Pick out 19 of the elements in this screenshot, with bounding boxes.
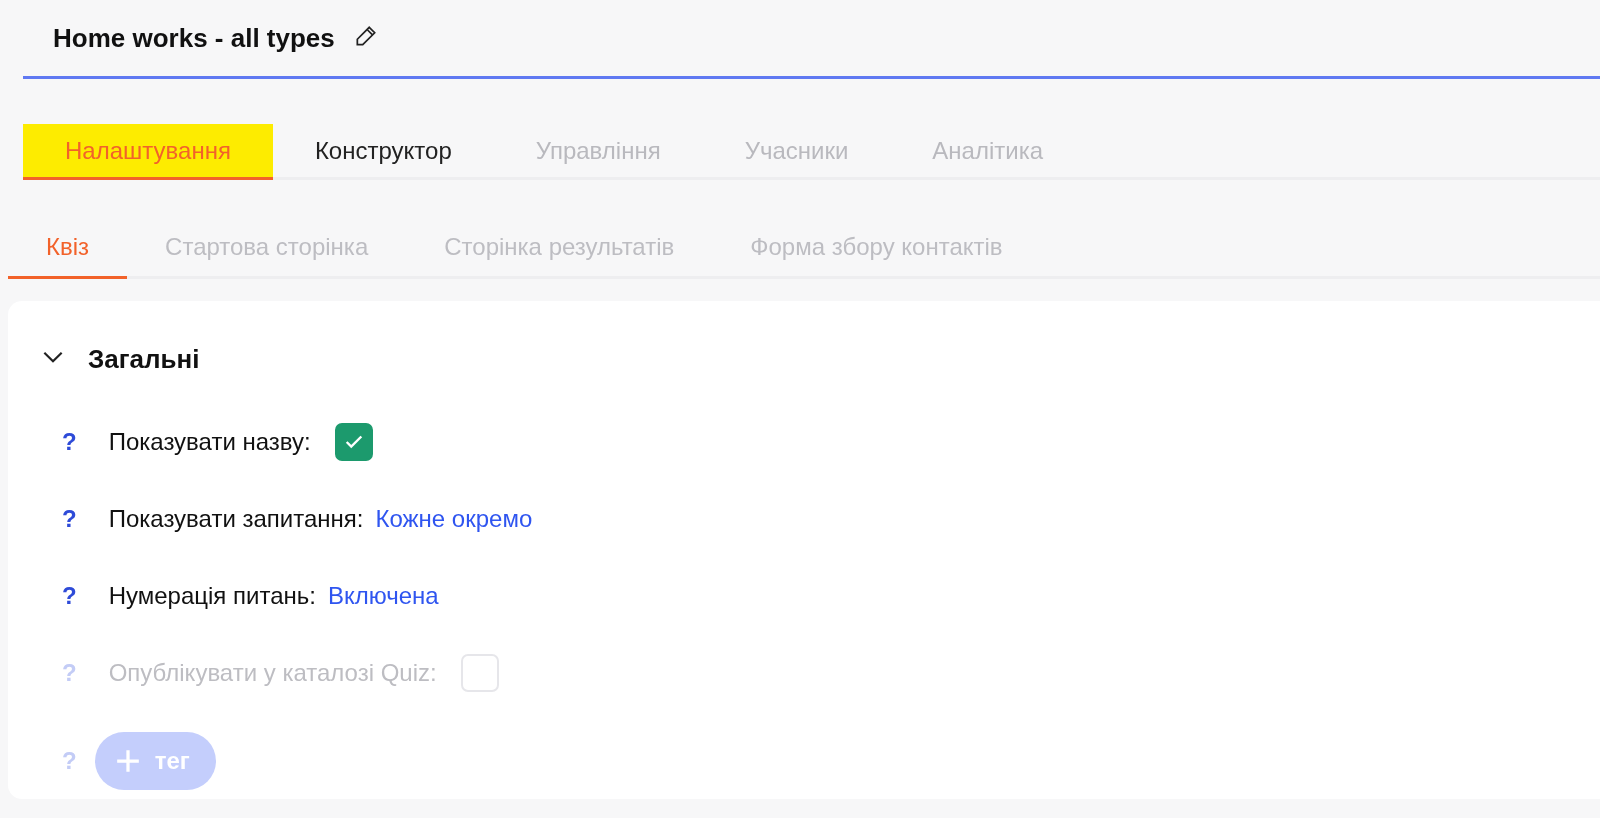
setting-label: Нумерація питань: [108,581,316,610]
checkbox[interactable] [334,422,373,461]
help-icon[interactable]: ? [62,504,77,533]
sub-tab[interactable]: Квіз [8,217,128,279]
setting-label: Показувати запитання: [108,504,364,533]
section-title: Загальні [88,343,200,375]
option-link[interactable]: Кожне окремо [375,504,533,533]
sub-tab[interactable]: Сторінка результатів [406,217,713,279]
setting-label: Опублікувати у каталозі Quiz: [108,658,437,687]
tab[interactable]: Конструктор [272,124,494,180]
quiz-title: Home works - all types [53,22,335,54]
sub-tab[interactable]: Стартова сторінка [127,217,407,279]
plus-icon [114,748,141,774]
setting-label: Показувати назву: [108,427,311,456]
option-link[interactable]: Включена [327,581,439,610]
help-icon[interactable]: ? [62,581,77,610]
help-icon[interactable]: ? [62,427,77,456]
sub-tab[interactable]: Форма збору контактів [712,217,1041,279]
tab[interactable]: Налаштування [23,124,273,180]
